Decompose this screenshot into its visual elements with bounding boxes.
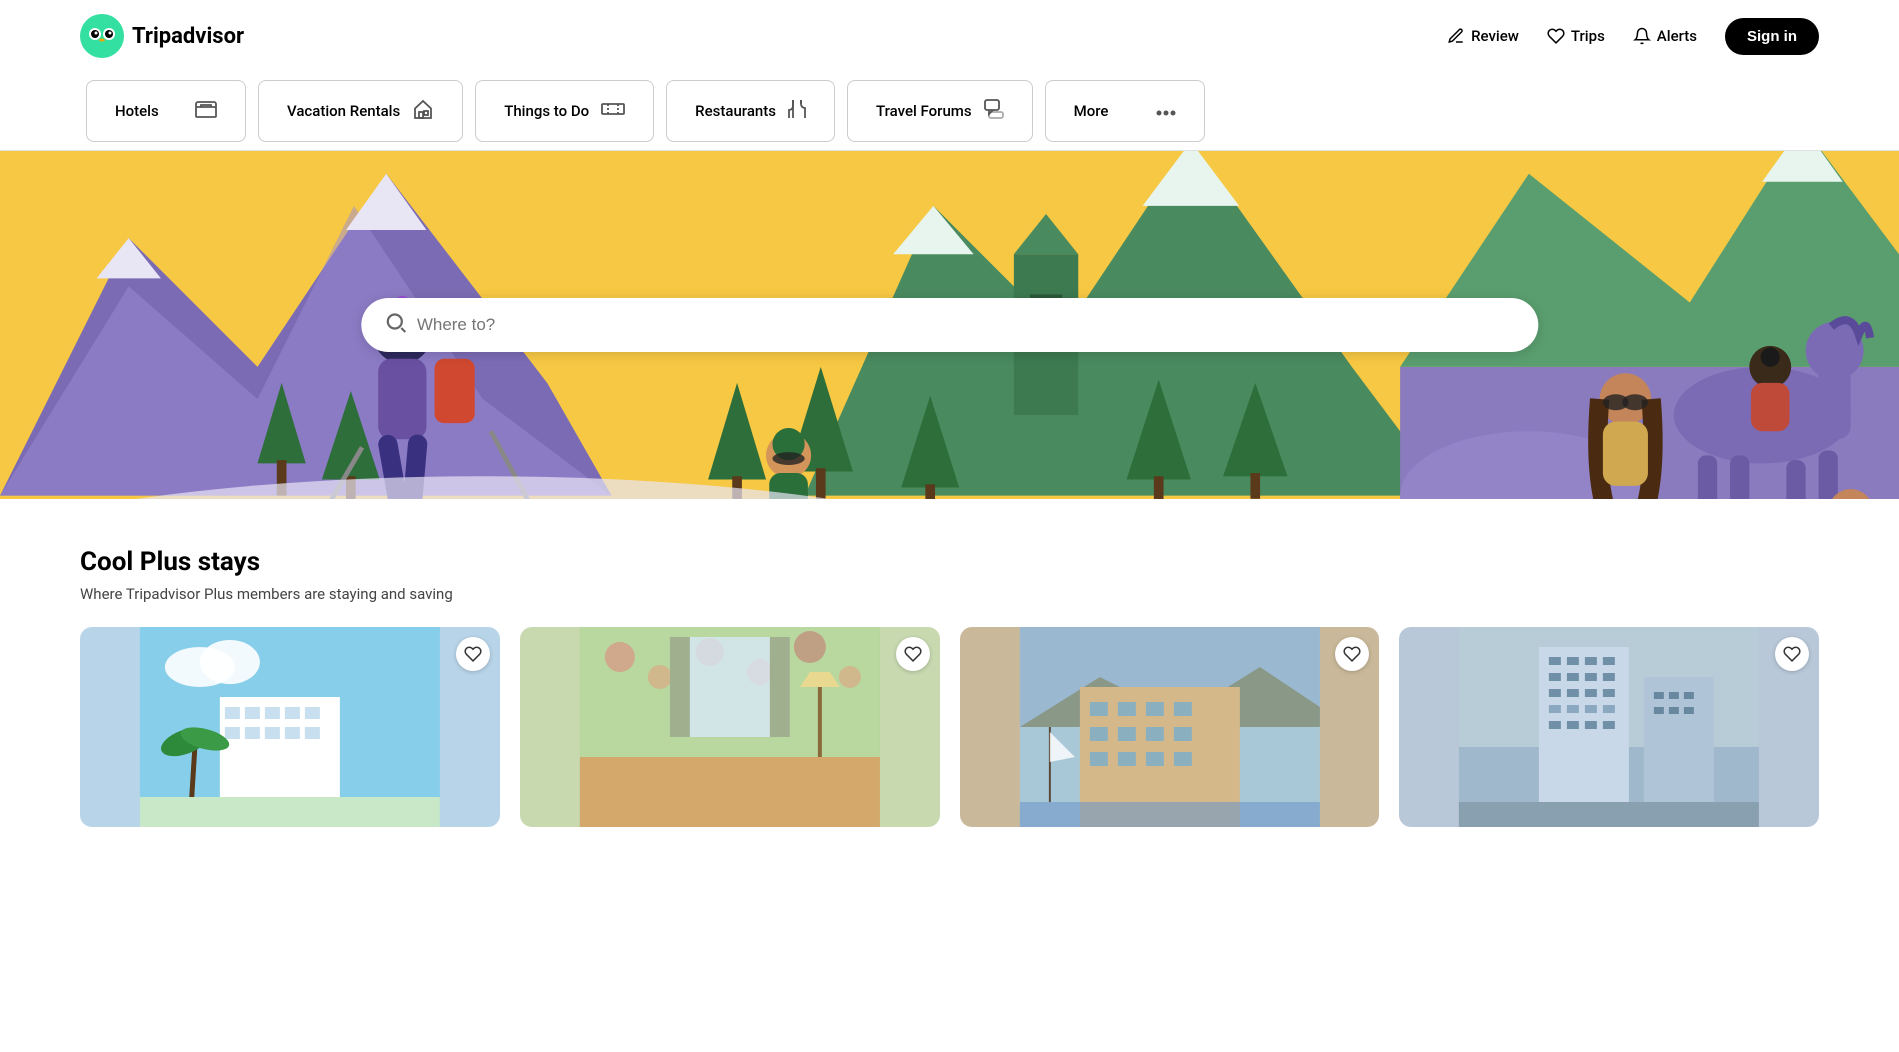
- cool-plus-section: Cool Plus stays Where Tripadvisor Plus m…: [0, 499, 1899, 851]
- nav-tab-hotels[interactable]: Hotels: [86, 80, 246, 142]
- search-bar: [361, 298, 1538, 352]
- logo-area[interactable]: Tripadvisor: [80, 14, 244, 58]
- hotel-card: [80, 627, 500, 827]
- heart-icon: [1547, 27, 1565, 45]
- cool-plus-subtitle: Where Tripadvisor Plus members are stayi…: [80, 585, 1819, 603]
- nav-tab-restaurants[interactable]: Restaurants: [666, 80, 835, 142]
- hotel-card: [960, 627, 1380, 827]
- hotel-card: [1399, 627, 1819, 827]
- alerts-link[interactable]: Alerts: [1633, 27, 1697, 45]
- nav-tab-vacation-rentals[interactable]: Vacation Rentals: [258, 80, 463, 142]
- favorite-button[interactable]: [896, 637, 930, 671]
- hotel-card-image: [80, 627, 500, 827]
- hotel-cards-container: [80, 627, 1819, 827]
- nav-tab-things-to-do[interactable]: Things to Do: [475, 80, 654, 142]
- search-icon: [385, 312, 407, 338]
- hotel-card: [520, 627, 940, 827]
- brand-name: Tripadvisor: [132, 24, 244, 49]
- favorite-button[interactable]: [1775, 637, 1809, 671]
- pencil-icon: [1447, 27, 1465, 45]
- header-actions: Review Trips Alerts Sign in: [1447, 18, 1819, 55]
- bell-icon: [1633, 27, 1651, 45]
- review-link[interactable]: Review: [1447, 27, 1519, 45]
- hero-section: [0, 151, 1899, 499]
- favorite-button[interactable]: [1335, 637, 1369, 671]
- favorite-button[interactable]: [456, 637, 490, 671]
- trips-link[interactable]: Trips: [1547, 27, 1605, 45]
- search-container: [361, 298, 1538, 352]
- sign-in-button[interactable]: Sign in: [1725, 18, 1819, 55]
- tripadvisor-logo-icon: [80, 14, 124, 58]
- more-icon: [1156, 102, 1176, 120]
- utensils-icon: [788, 99, 806, 123]
- header: Tripadvisor Review Trips Alerts Sign in: [0, 0, 1899, 72]
- nav-tab-more[interactable]: More: [1045, 80, 1205, 142]
- hotel-card-image: [960, 627, 1380, 827]
- nav-tab-travel-forums[interactable]: Travel Forums: [847, 80, 1033, 142]
- ticket-icon: [601, 101, 625, 121]
- bed-icon: [195, 100, 217, 122]
- hotel-card-image: [520, 627, 940, 827]
- hotel-card-image: [1399, 627, 1819, 827]
- cool-plus-title: Cool Plus stays: [80, 547, 1819, 577]
- search-input[interactable]: [417, 315, 1514, 335]
- home-icon: [412, 99, 434, 123]
- forum-icon: [984, 99, 1004, 123]
- main-nav: Hotels Vacation Rentals Things to Do Res…: [0, 72, 1899, 151]
